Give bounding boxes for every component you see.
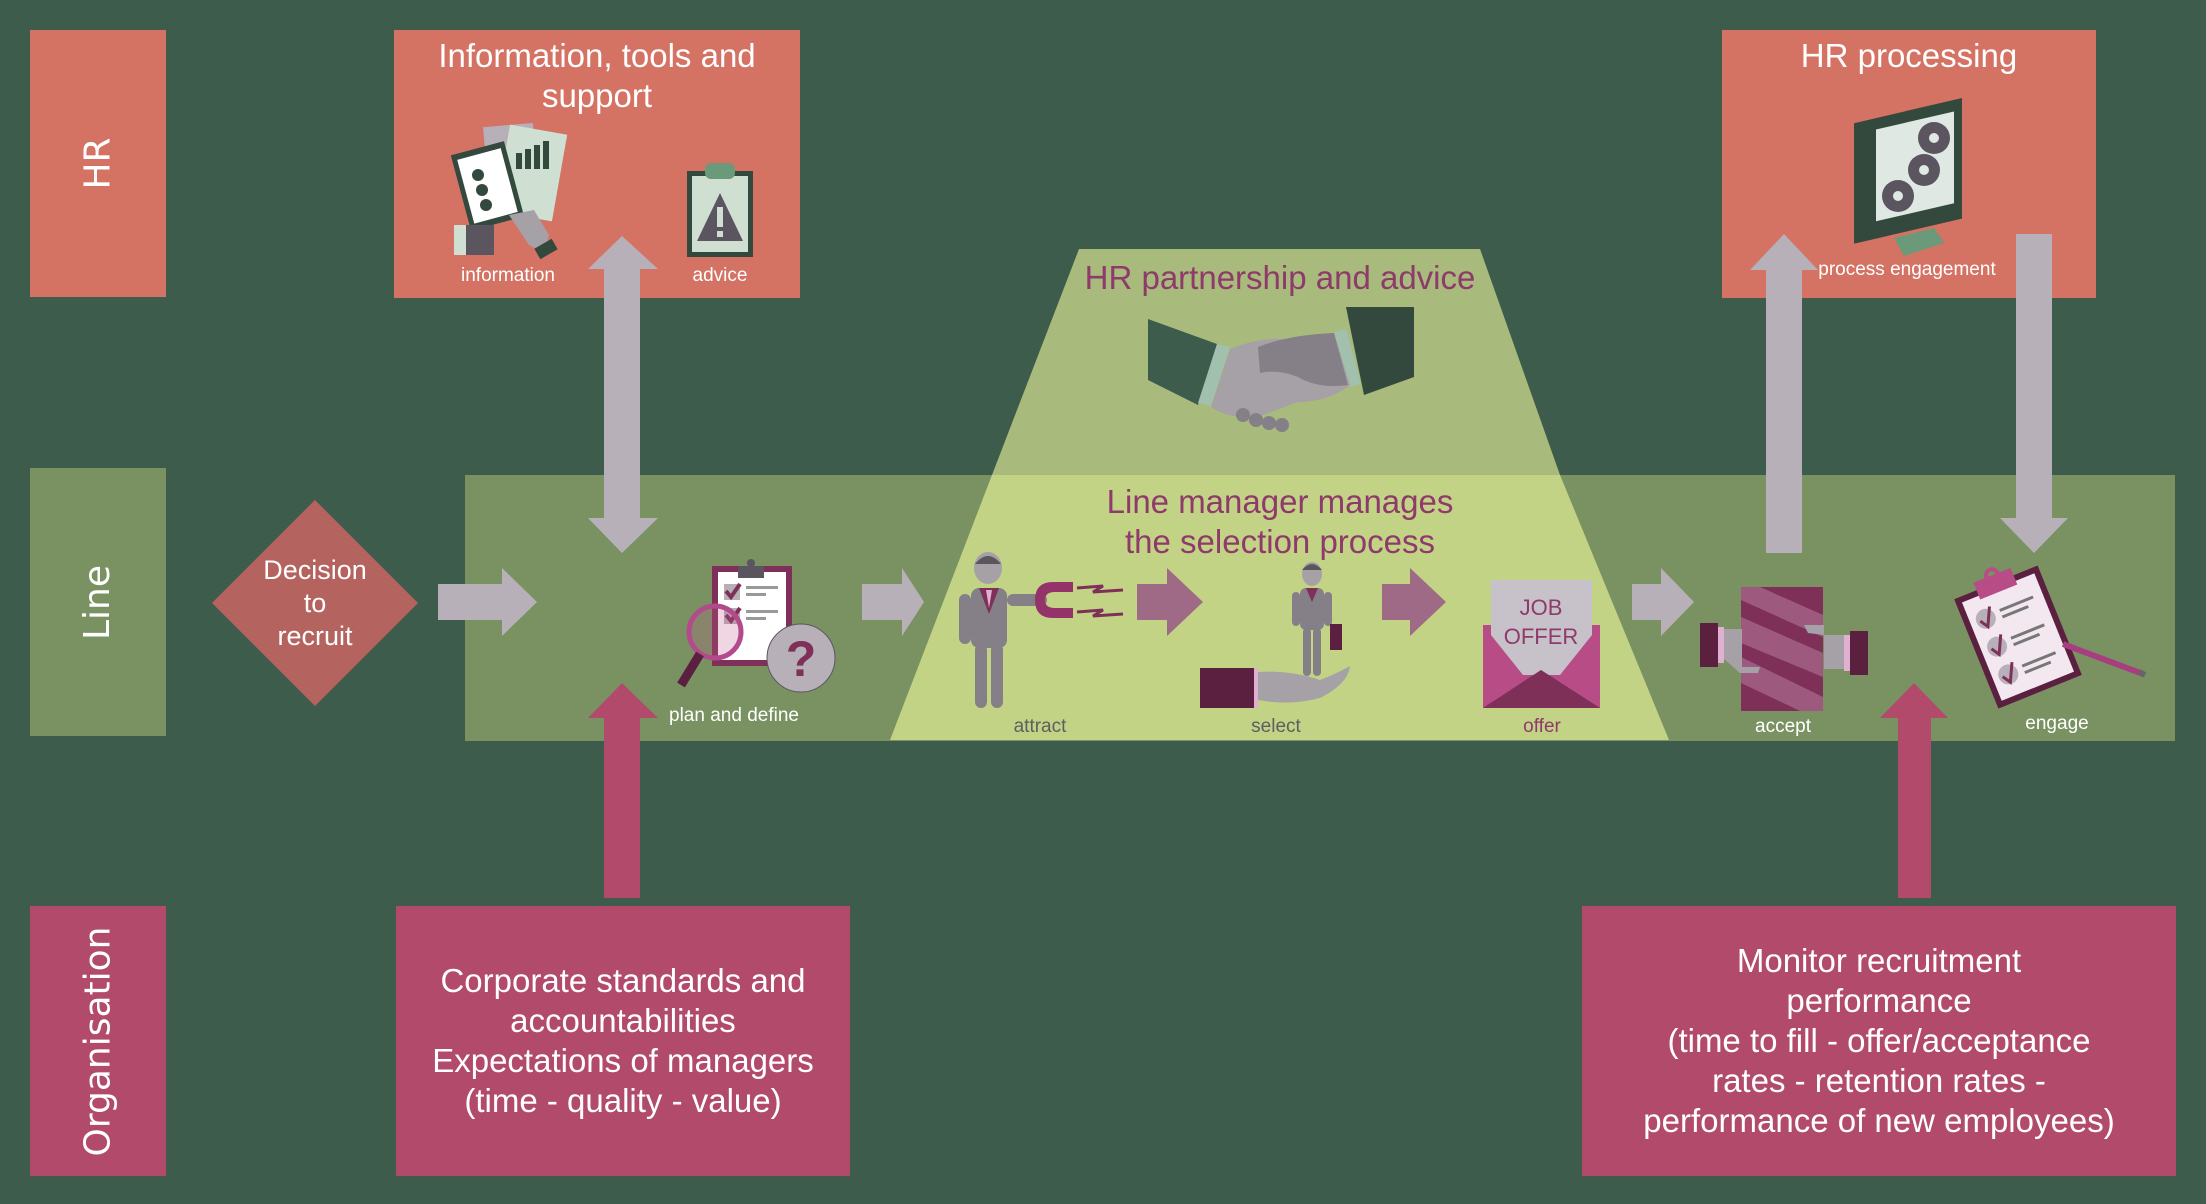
partnership-title: HR partnership and advice — [1084, 259, 1476, 296]
decision-text: Decision to recruit — [263, 554, 367, 651]
flow-arrow-attract-to-select — [1137, 568, 1203, 636]
handshake-document-icon — [1700, 587, 1868, 711]
step-engage-label: engage — [2025, 713, 2089, 734]
info-line-double-arrow — [588, 236, 658, 553]
corporate-standards-text: Corporate standards and accountabilities… — [432, 962, 814, 1119]
line-to-hr-processing-arrow — [1750, 234, 1818, 553]
corporate-standards-box: Corporate standards and accountabilities… — [396, 906, 850, 1176]
step-attract-label: attract — [1013, 716, 1067, 737]
handshake-icon — [1148, 307, 1414, 432]
flow-arrow-select-to-offer — [1382, 568, 1446, 636]
flow-arrow-offer-to-accept — [1632, 568, 1694, 636]
step-offer-label: offer — [1523, 716, 1561, 737]
job-offer-text-line2: OFFER — [1504, 624, 1579, 649]
hand-holding-businessman-icon — [1200, 562, 1350, 708]
checklist-clipboard-pencil-icon — [1954, 565, 2147, 709]
job-offer-envelope-icon: JOB OFFER — [1483, 580, 1600, 708]
step-accept-label: accept — [1755, 716, 1811, 737]
step-plan-and-define-label: plan and define — [669, 705, 799, 726]
svg-text:?: ? — [786, 631, 817, 687]
step-select-label: select — [1251, 716, 1301, 737]
decision-to-recruit: Decision to recruit — [212, 500, 418, 706]
flow-arrow-plan-to-attract — [862, 568, 924, 636]
flow-arrow-decision-to-plan — [438, 568, 537, 636]
standards-up-arrow — [588, 683, 658, 898]
hr-processing-to-engage-arrow — [2000, 234, 2068, 553]
clipboard-magnifier-question-icon: ? — [677, 559, 836, 693]
businessman-magnet-icon — [959, 552, 1124, 708]
monitor-recruitment-text: Monitor recruitment performance (time to… — [1643, 942, 2115, 1139]
job-offer-text-line1: JOB — [1520, 595, 1563, 620]
selection-title: Line manager manages the selection proce… — [1106, 483, 1454, 560]
monitor-recruitment-box: Monitor recruitment performance (time to… — [1582, 906, 2176, 1176]
monitor-up-arrow — [1880, 683, 1948, 898]
